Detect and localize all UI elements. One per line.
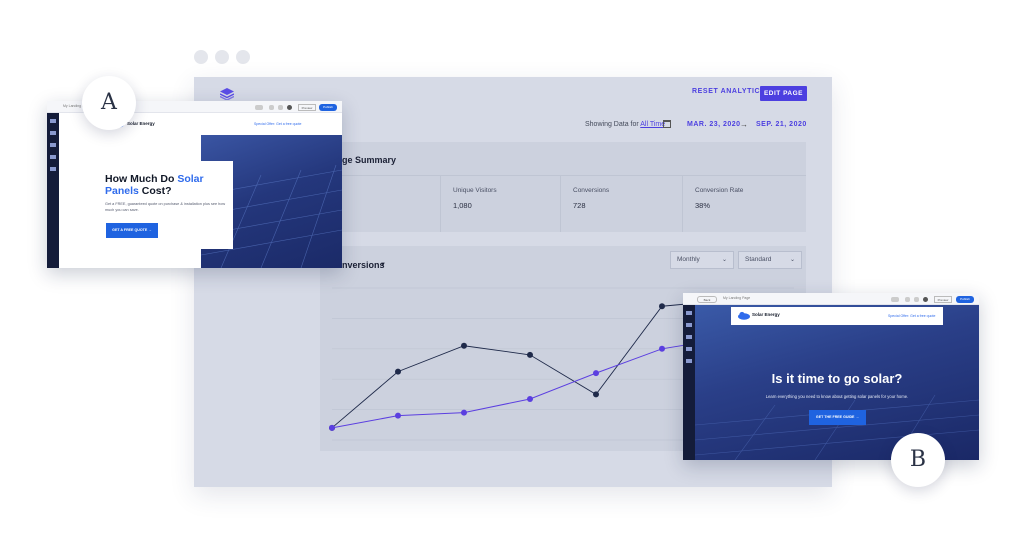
date-end[interactable]: SEP. 21, 2020	[756, 121, 807, 128]
hero-body-text: Learn everything you need to know about …	[765, 394, 909, 399]
sidebar-icon[interactable]	[50, 167, 56, 171]
page-summary-card: ge Summary n 20 Unique Visitors 1,080 Co…	[320, 142, 806, 232]
reset-analytics-button[interactable]: RESET ANALYTICS	[692, 88, 765, 95]
sidebar-icon[interactable]	[686, 311, 692, 315]
publish-button[interactable]: Publish	[319, 103, 337, 111]
editor-topbar: Back My Landing Page Preview Publish	[683, 293, 979, 305]
get-free-quote-button[interactable]: GET A FREE QUOTE →	[106, 223, 158, 238]
metric-value: 1,080	[453, 201, 472, 210]
series-2-point[interactable]	[659, 345, 665, 352]
layers-logo-icon	[220, 88, 234, 100]
nav-offer-link[interactable]: Special Offer: Get a free quote	[254, 122, 301, 126]
chart-title[interactable]: nversions	[342, 260, 385, 270]
metric-unique-visitors: Unique Visitors 1,080	[440, 175, 560, 232]
showing-prefix: Showing Data for	[585, 121, 639, 128]
sidebar-icon[interactable]	[50, 119, 56, 123]
brand-name: Solar Energy	[752, 312, 780, 317]
series-1-point[interactable]	[461, 342, 467, 349]
metric-label: Unique Visitors	[453, 187, 497, 194]
period-select[interactable]: Monthly ⌄	[670, 251, 734, 269]
sidebar-icon[interactable]	[686, 323, 692, 327]
chevron-down-icon: ⌄	[789, 257, 795, 263]
toolbar-icon[interactable]	[891, 297, 899, 302]
chevron-down-icon: ⌄	[721, 257, 727, 263]
canvas: RESET ANALYTICS EDIT PAGE Showing Data f…	[0, 0, 1024, 536]
sidebar-icon[interactable]	[50, 131, 56, 135]
preview-button[interactable]: Preview	[934, 295, 952, 303]
metric-label: Conversions	[573, 187, 610, 194]
series-2-point[interactable]	[329, 424, 335, 431]
toolbar-icon[interactable]	[269, 105, 274, 110]
series-2-point[interactable]	[527, 395, 533, 402]
window-dot	[236, 50, 250, 64]
sidebar-icon[interactable]	[686, 335, 692, 339]
landing-page-preview-b[interactable]: Back My Landing Page Preview Publish Sol…	[683, 293, 979, 460]
mode-select[interactable]: Standard ⌄	[738, 251, 802, 269]
window-dot	[194, 50, 208, 64]
sidebar-icon[interactable]	[686, 347, 692, 351]
series-2-point[interactable]	[395, 412, 401, 419]
sidebar-icon[interactable]	[686, 359, 692, 363]
sidebar-icon[interactable]	[50, 143, 56, 147]
settings-icon[interactable]	[287, 105, 292, 110]
hero-headline: How Much Do Solar Panels Cost?	[105, 173, 230, 197]
metric-value: 38%	[695, 201, 711, 210]
summary-title: ge Summary	[342, 155, 397, 165]
series-1-point[interactable]	[395, 368, 401, 375]
series-2-point[interactable]	[593, 370, 599, 377]
toolbar-icon[interactable]	[255, 105, 263, 110]
mode-select-value: Standard	[745, 256, 772, 263]
toolbar-icon[interactable]	[914, 297, 919, 302]
editor-sidebar	[47, 113, 59, 268]
metric-conversions: Conversions 728	[560, 175, 682, 232]
metric-value: 728	[573, 201, 586, 210]
window-dot	[215, 50, 229, 64]
settings-icon[interactable]	[923, 297, 928, 302]
arrow-right-icon: →	[740, 120, 748, 129]
nav-offer-link[interactable]: Special Offer: Get a free quote	[888, 314, 935, 318]
tab-label: My Landing Page	[723, 296, 751, 300]
sidebar-icon[interactable]	[50, 155, 56, 159]
metric-label: Conversion Rate	[695, 187, 744, 194]
get-free-guide-button[interactable]: GET THE FREE GUIDE →	[809, 410, 866, 425]
preview-button[interactable]: Preview	[298, 103, 316, 111]
period-select-value: Monthly	[677, 256, 700, 263]
caret-down-icon[interactable]: ▼	[380, 262, 386, 268]
brand-name: Solar Energy	[127, 121, 155, 126]
date-filter-label: Showing Data for All Time	[585, 121, 665, 128]
headline-part: Cost?	[138, 185, 172, 197]
series-1-point[interactable]	[527, 351, 533, 358]
series-1-point[interactable]	[593, 391, 599, 398]
metric-conversion-rate: Conversion Rate 38%	[682, 175, 806, 232]
edit-page-button[interactable]: EDIT PAGE	[760, 86, 807, 101]
date-start[interactable]: MAR. 23, 2020	[687, 121, 741, 128]
publish-button[interactable]: Publish	[956, 295, 974, 303]
series-2-point[interactable]	[461, 409, 467, 416]
editor-sidebar	[683, 305, 695, 460]
hero-headline: Is it time to go solar?	[771, 371, 903, 386]
all-time-link[interactable]: All Time	[640, 121, 665, 128]
cloud-logo-icon	[738, 311, 750, 320]
calendar-icon[interactable]	[663, 120, 671, 128]
hero-body-text: Get a FREE, guaranteed quote on purchase…	[105, 202, 226, 212]
toolbar-icon[interactable]	[278, 105, 283, 110]
landing-page-preview-a[interactable]: My Landing Page Preview Publish Solar En…	[47, 101, 342, 268]
headline-part: How Much Do	[105, 173, 178, 185]
toolbar-icon[interactable]	[905, 297, 910, 302]
variant-a-badge: A	[82, 76, 136, 130]
back-button[interactable]: Back	[697, 295, 717, 303]
series-1-point[interactable]	[659, 303, 665, 310]
variant-b-badge: B	[891, 433, 945, 487]
